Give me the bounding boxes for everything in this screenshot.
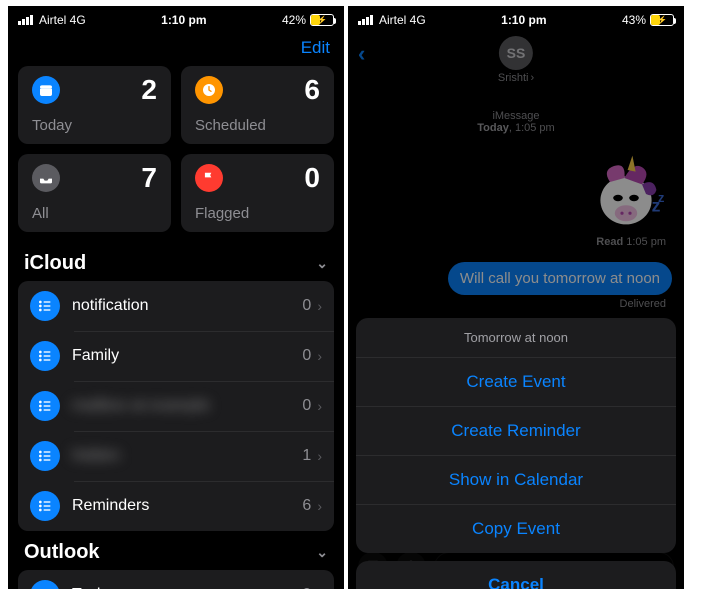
tile-label: Flagged [195,205,249,222]
chevron-right-icon: › [317,348,322,364]
status-bar: Airtel 4G 1:10 pm 43% ⚡ [348,6,684,34]
sheet-create-reminder[interactable]: Create Reminder [356,406,676,455]
list-bullet-icon [30,391,60,421]
inbox-icon [32,164,60,192]
list-label: Family [72,347,302,365]
list-label: Reminders [72,497,302,515]
list-item[interactable]: notification 0 › [18,281,334,331]
clock: 1:10 pm [92,13,276,27]
list-count: 6 [302,497,311,515]
chevron-right-icon: › [317,498,322,514]
list-label: mailbox at example [72,397,302,415]
list-item[interactable]: hidden 1 › [18,431,334,481]
list-item[interactable]: Tasks 0 › [18,570,334,589]
reminders-screen: Airtel 4G 1:10 pm 42% ⚡ Edit 2 Today 6 S… [8,6,344,589]
calendar-today-icon [32,76,60,104]
delivered-label: Delivered [360,298,672,310]
clock: 1:10 pm [432,13,616,27]
clock-icon [195,76,223,104]
battery-percent: 43% [622,13,646,27]
tile-count: 6 [304,74,320,106]
chevron-right-icon: › [317,587,322,589]
list-bullet-icon [30,580,60,589]
signal-icon [358,15,373,25]
tile-count: 7 [141,162,157,194]
section-header-icloud[interactable]: iCloud ⌄ [8,242,344,281]
list-icloud: notification 0 › Family 0 › mailbox at e… [18,281,334,531]
chevron-down-icon: ⌄ [316,255,328,272]
sheet-copy-event[interactable]: Copy Event [356,504,676,553]
read-receipt: Read 1:05 pm [360,236,672,248]
edit-button[interactable]: Edit [301,38,330,58]
svg-text:z: z [658,190,664,205]
tile-flagged[interactable]: 0 Flagged [181,154,334,232]
list-item[interactable]: Reminders 6 › [18,481,334,531]
list-bullet-icon [30,291,60,321]
section-title: iCloud [24,252,86,275]
carrier-label: Airtel 4G [39,13,86,27]
battery-icon: ⚡ [650,14,674,26]
tile-label: Today [32,117,72,134]
avatar: SS [499,36,533,70]
list-bullet-icon [30,341,60,371]
list-count: 0 [302,347,311,365]
list-label: notification [72,297,302,315]
list-count: 0 [302,297,311,315]
imessage-screen: Airtel 4G 1:10 pm 43% ⚡ ‹ SS Srishti › i… [348,6,684,589]
list-bullet-icon [30,441,60,471]
chevron-down-icon: ⌄ [316,544,328,561]
sheet-show-in-calendar[interactable]: Show in Calendar [356,455,676,504]
action-sheet: Tomorrow at noon Create Event Create Rem… [356,318,676,589]
status-bar: Airtel 4G 1:10 pm 42% ⚡ [8,6,344,34]
chevron-right-icon: › [317,298,322,314]
list-count: 0 [302,586,311,589]
tile-today[interactable]: 2 Today [18,66,171,144]
list-outlook: Tasks 0 › [18,570,334,589]
message-thread[interactable]: iMessage Today, 1:05 pm z z Read 1:05 pm [348,74,684,310]
battery-icon: ⚡ [310,14,334,26]
list-item[interactable]: mailbox at example 0 › [18,381,334,431]
tile-all[interactable]: 7 All [18,154,171,232]
flag-icon [195,164,223,192]
list-count: 0 [302,397,311,415]
list-bullet-icon [30,491,60,521]
message-bubble[interactable]: Will call you tomorrow at noon [448,262,672,295]
sheet-cancel[interactable]: Cancel [356,561,676,589]
chevron-right-icon: › [317,398,322,414]
thread-service: iMessage [360,110,672,122]
unicorn-sticker[interactable]: z z [586,154,666,234]
list-count: 1 [302,447,311,465]
thread-timestamp: Today, 1:05 pm [360,122,672,134]
tile-count: 0 [304,162,320,194]
carrier-label: Airtel 4G [379,13,426,27]
tile-count: 2 [141,74,157,106]
sheet-create-event[interactable]: Create Event [356,358,676,406]
signal-icon [18,15,33,25]
section-header-outlook[interactable]: Outlook ⌄ [8,531,344,570]
list-label: Tasks [72,586,302,589]
back-button[interactable]: ‹ [358,41,365,67]
list-item[interactable]: Family 0 › [18,331,334,381]
chevron-right-icon: › [317,448,322,464]
battery-percent: 42% [282,13,306,27]
nav-bar: ‹ SS Srishti › [348,34,684,74]
tile-label: Scheduled [195,117,266,134]
list-label: hidden [72,447,302,465]
tile-scheduled[interactable]: 6 Scheduled [181,66,334,144]
tile-label: All [32,205,49,222]
sheet-title: Tomorrow at noon [356,318,676,358]
section-title: Outlook [24,541,100,564]
